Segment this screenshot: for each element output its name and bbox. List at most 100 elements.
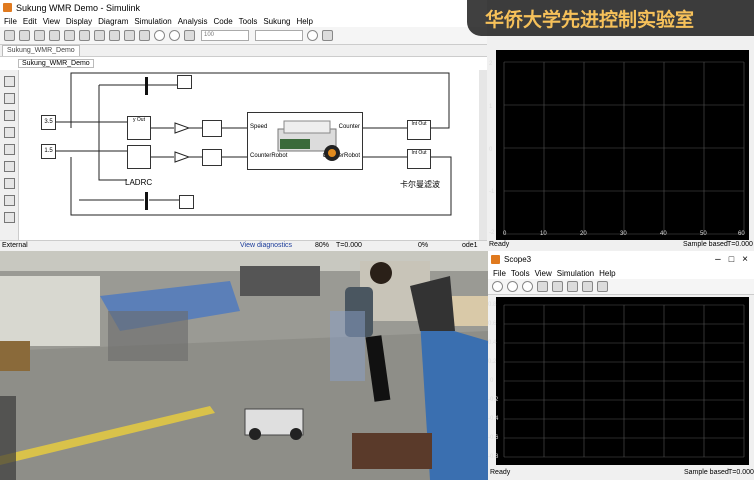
integrator-block-1[interactable]: Int Out (407, 120, 431, 140)
zoom-in-icon[interactable] (3, 76, 15, 87)
scope3-menu-file[interactable]: File (493, 269, 506, 278)
scope3-menu-view[interactable]: View (535, 269, 552, 278)
constant-block-1[interactable]: 3.5 (41, 115, 56, 130)
scope-block-1[interactable] (177, 75, 192, 89)
build-icon[interactable] (307, 30, 318, 41)
saturation-block-2[interactable] (202, 149, 222, 166)
fit-view-icon[interactable] (3, 93, 15, 104)
ladrc-label: LADRC (125, 178, 153, 187)
scope3-plot-area[interactable] (496, 297, 749, 465)
scope3-zoom-icon[interactable] (552, 281, 563, 292)
scope1-xtick: 50 (700, 231, 707, 237)
menu-analysis[interactable]: Analysis (178, 17, 208, 26)
scope3-autoscale-icon[interactable] (567, 281, 578, 292)
new-model-icon[interactable] (4, 30, 15, 41)
scope3-run-icon[interactable] (507, 281, 518, 292)
scope1-time: T=0.000 (727, 241, 753, 248)
debug-icon[interactable] (322, 30, 333, 41)
ladrc-block-1[interactable]: y Out (127, 116, 151, 140)
forward-icon[interactable] (64, 30, 75, 41)
scope1-ytick: 0 (489, 147, 493, 153)
saturation-block-1[interactable] (202, 120, 222, 137)
constant-block-2[interactable]: 1.5 (41, 144, 56, 159)
simulink-menubar: File Edit View Display Diagram Simulatio… (0, 15, 487, 27)
scope1-xtick: 60 (738, 231, 745, 237)
menu-simulation[interactable]: Simulation (134, 17, 171, 26)
model-config-icon[interactable] (109, 30, 120, 41)
scope3-ytick: -0.6 (488, 435, 499, 441)
menu-help[interactable]: Help (296, 17, 312, 26)
library-browser-icon[interactable] (94, 30, 105, 41)
menu-view[interactable]: View (43, 17, 60, 26)
scope1-xtick: 20 (580, 231, 587, 237)
canvas-scrollbar[interactable] (479, 70, 487, 240)
scope3-sample-mode: Sample based (684, 469, 729, 476)
ladrc-block-2[interactable] (127, 145, 151, 169)
stop-time-field[interactable]: 100 (201, 30, 249, 41)
menu-file[interactable]: File (4, 17, 17, 26)
up-icon[interactable] (79, 30, 90, 41)
ladrc-port-y: y (133, 117, 136, 123)
scope3-ytick: 0.4 (488, 340, 497, 346)
scope3-highlight-icon[interactable] (537, 281, 548, 292)
scope3-title: Scope3 (504, 254, 532, 264)
scope3-cursor-icon[interactable] (582, 281, 593, 292)
scope3-menu-tools[interactable]: Tools (511, 269, 530, 278)
back-icon[interactable] (49, 30, 60, 41)
image-icon[interactable] (3, 144, 15, 155)
scope1-ytick: 2 (489, 61, 493, 67)
scope1-xtick: 10 (540, 231, 547, 237)
window-title: Sukung WMR Demo - Simulink (16, 2, 141, 13)
menu-edit[interactable]: Edit (23, 17, 37, 26)
grid-icon[interactable] (124, 30, 135, 41)
simulink-logo-icon (3, 3, 12, 12)
integrator-block-2[interactable]: Int Out (407, 149, 431, 169)
save-icon[interactable] (34, 30, 45, 41)
arrow-icon[interactable] (3, 110, 15, 121)
collapse-icon[interactable] (3, 212, 15, 223)
expand-icon[interactable] (3, 195, 15, 206)
minimize-button[interactable]: – (715, 254, 721, 265)
close-button[interactable]: × (742, 254, 748, 265)
menu-sukung[interactable]: Sukung (263, 17, 290, 26)
menu-diagram[interactable]: Diagram (98, 17, 128, 26)
breadcrumb-model[interactable]: Sukung_WMR_Demo (18, 59, 94, 68)
annotation-icon[interactable] (3, 127, 15, 138)
lab-camera-photo (0, 251, 488, 480)
scope3-settings-icon[interactable] (492, 281, 503, 292)
scope-block-2[interactable] (179, 195, 194, 209)
menu-display[interactable]: Display (66, 17, 92, 26)
maximize-button[interactable]: □ (729, 254, 734, 264)
scope3-stop-icon[interactable] (522, 281, 533, 292)
scope1-ytick: -1 (489, 189, 495, 195)
robot-plant-block[interactable]: Speed CounterRobot Counter CounterRobot (247, 112, 363, 170)
record-icon[interactable] (184, 30, 195, 41)
camera-icon[interactable] (3, 178, 15, 189)
scope1-xtick: 30 (620, 231, 627, 237)
gain-block-2[interactable] (174, 151, 190, 163)
scope3-menu-help[interactable]: Help (599, 269, 615, 278)
zoom-level: 80% (315, 242, 330, 249)
breadcrumb: Sukung_WMR_Demo (0, 56, 487, 71)
robot-port-speed: Speed (250, 124, 268, 130)
step-back-icon[interactable] (139, 30, 150, 41)
menu-tools[interactable]: Tools (239, 17, 258, 26)
open-icon[interactable] (19, 30, 30, 41)
menu-code[interactable]: Code (214, 17, 233, 26)
area-icon[interactable] (3, 161, 15, 172)
simulation-mode-field[interactable] (255, 30, 303, 41)
scope3-menubar: File Tools View Simulation Help (488, 267, 754, 279)
model-canvas[interactable]: 3.5 1.5 y Out LADRC Speed CounterRobot C… (19, 70, 479, 240)
sim-progress: 0% (418, 242, 429, 249)
scope3-toolbar (488, 279, 754, 295)
gain-block-1[interactable] (174, 122, 190, 134)
scope3-menu-simulation[interactable]: Simulation (557, 269, 594, 278)
scope1-plot-area[interactable] (496, 50, 749, 240)
robot-image (277, 120, 340, 161)
scope3-edit-icon[interactable] (597, 281, 608, 292)
run-icon[interactable] (154, 30, 165, 41)
view-diagnostics-link[interactable]: View diagnostics (240, 242, 292, 249)
stop-icon[interactable] (169, 30, 180, 41)
scope3-status-ready: Ready (490, 469, 511, 476)
scope1-ytick: -2 (489, 230, 495, 236)
